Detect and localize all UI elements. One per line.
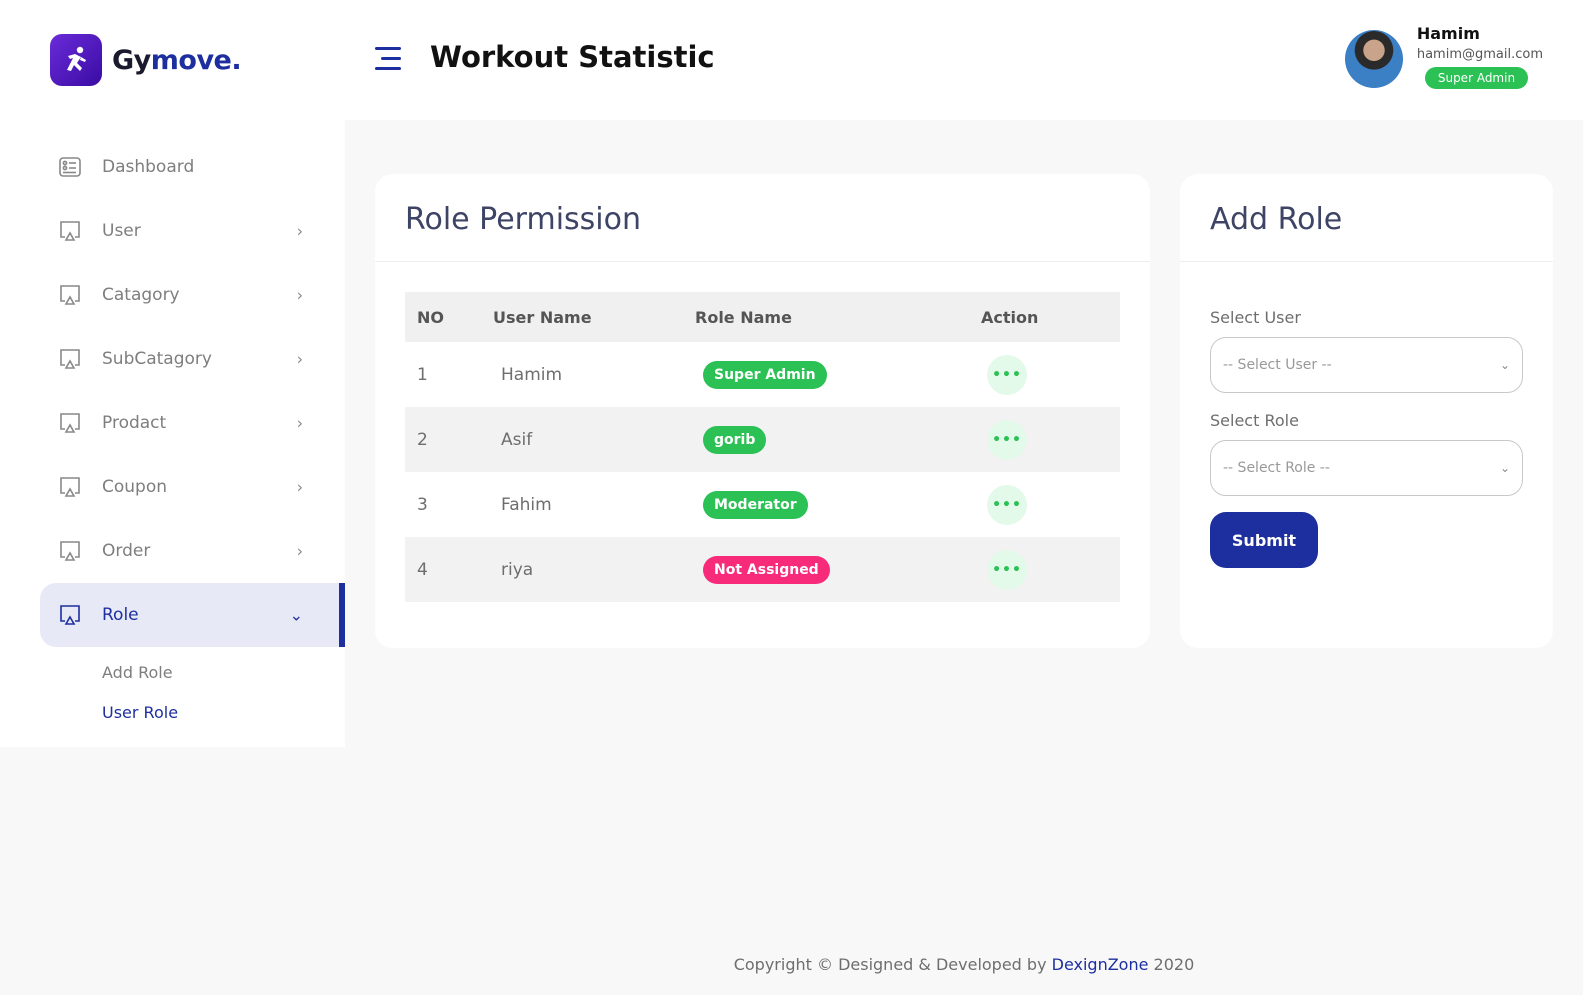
profile-email: hamim@gmail.com [1416,47,1543,62]
chevron-down-icon: ⌄ [289,605,303,625]
cell-no: 1 [417,364,428,385]
column-header-role-name: Role Name [695,292,971,342]
submenu-item-user-role[interactable]: User Role [102,697,345,737]
footer-text: Copyright © Designed & Developed by [733,955,1052,974]
chevron-right-icon: › [296,413,303,433]
add-role-card: Add Role Select User -- Select User -- ⌄… [1180,174,1553,648]
table-row: 1 Hamim Super Admin ••• [405,342,1120,407]
chevron-right-icon: › [296,221,303,241]
footer-year: 2020 [1148,955,1195,974]
chevron-right-icon: › [296,285,303,305]
sidebar-item-catagory[interactable]: Catagory › [40,263,345,327]
select-user-dropdown[interactable]: -- Select User -- ⌄ [1210,337,1523,393]
more-actions-button[interactable]: ••• [987,484,1027,525]
role-badge: gorib [703,425,767,454]
sidebar-item-prodact[interactable]: Prodact › [40,391,345,455]
card-title: Role Permission [375,174,1150,262]
submenu-item-add-role[interactable]: Add Role [102,657,345,697]
select-role-dropdown[interactable]: -- Select Role -- ⌄ [1210,440,1523,496]
chevron-right-icon: › [296,477,303,497]
chevron-down-icon: ⌄ [1499,461,1510,475]
sidebar-item-user[interactable]: User › [40,199,345,263]
brand-logo[interactable]: Gymove. [50,34,242,86]
running-person-icon [50,34,102,86]
select-role-value: -- Select Role -- [1223,460,1330,476]
role-badge: Not Assigned [703,555,830,584]
select-role-label: Select Role [1210,411,1299,430]
profile-name: Hamim [1416,24,1480,43]
select-user-label: Select User [1210,308,1301,327]
column-header-action: Action [971,292,1120,342]
more-actions-button[interactable]: ••• [987,549,1027,590]
hamburger-icon[interactable] [375,47,401,77]
cell-user-name: riya [493,537,695,602]
sidebar-item-label: Dashboard [102,157,195,177]
more-actions-button[interactable]: ••• [987,354,1027,395]
sidebar-item-label: Coupon [102,477,168,497]
cell-user-name: Hamim [501,364,563,385]
sidebar: Gymove. Dashboard User › Catagory › SubC… [0,0,345,747]
role-submenu: Add Role User Role [40,657,345,737]
select-user-value: -- Select User -- [1223,357,1332,373]
cell-no: 4 [405,537,493,602]
table-row: 2 Asif gorib ••• [405,407,1120,472]
sidebar-item-dashboard[interactable]: Dashboard [40,135,345,199]
add-role-form: Select User -- Select User -- ⌄ Select R… [1210,308,1523,568]
sidebar-nav: Dashboard User › Catagory › SubCatagory … [40,135,345,737]
role-permission-table: NO User Name Role Name Action 1 Hamim Su… [405,292,1120,602]
card-title: Add Role [1180,174,1553,262]
cell-user-name: Asif [493,407,695,472]
monitor-icon [58,411,82,435]
monitor-icon [58,603,82,627]
page-title: Workout Statistic [430,40,715,74]
monitor-icon [58,283,82,307]
avatar[interactable] [1344,30,1403,88]
brand-name: Gymove. [112,44,242,76]
sidebar-item-label: SubCatagory [102,349,212,369]
dashboard-icon [58,155,82,179]
chevron-right-icon: › [296,349,303,369]
role-permission-card: Role Permission NO User Name Role Name A… [375,174,1150,648]
chevron-down-icon: ⌄ [1499,358,1510,372]
column-header-user-name: User Name [493,292,695,342]
sidebar-item-label: Order [102,541,151,561]
table-header-row: NO User Name Role Name Action [405,292,1120,342]
sidebar-item-coupon[interactable]: Coupon › [40,455,345,519]
monitor-icon [58,475,82,499]
more-actions-button[interactable]: ••• [987,419,1027,460]
monitor-icon [58,539,82,563]
sidebar-item-label: Prodact [102,413,167,433]
sidebar-item-label: Role [102,605,139,625]
cell-no: 3 [417,494,428,515]
role-badge: Super Admin [703,360,827,389]
table-row: 3 Fahim Moderator ••• [405,472,1120,537]
user-profile[interactable]: Hamim hamim@gmail.com Super Admin [1344,24,1543,89]
cell-user-name: Fahim [501,494,552,515]
chevron-right-icon: › [296,541,303,561]
role-badge: Moderator [703,490,808,519]
sidebar-item-label: User [102,221,141,241]
top-header: Workout Statistic Hamim hamim@gmail.com … [345,0,1583,120]
sidebar-item-order[interactable]: Order › [40,519,345,583]
footer: Copyright © Designed & Developed by Dexi… [345,955,1583,974]
monitor-icon [58,219,82,243]
sidebar-item-role[interactable]: Role ⌄ [40,583,345,647]
sidebar-item-label: Catagory [102,285,180,305]
sidebar-item-subcatagory[interactable]: SubCatagory › [40,327,345,391]
submit-button[interactable]: Submit [1210,512,1318,568]
footer-link[interactable]: DexignZone [1052,955,1149,974]
monitor-icon [58,347,82,371]
column-header-no: NO [405,292,493,342]
profile-role-badge: Super Admin [1424,67,1529,89]
table-row: 4 riya Not Assigned ••• [405,537,1120,602]
cell-no: 2 [405,407,493,472]
